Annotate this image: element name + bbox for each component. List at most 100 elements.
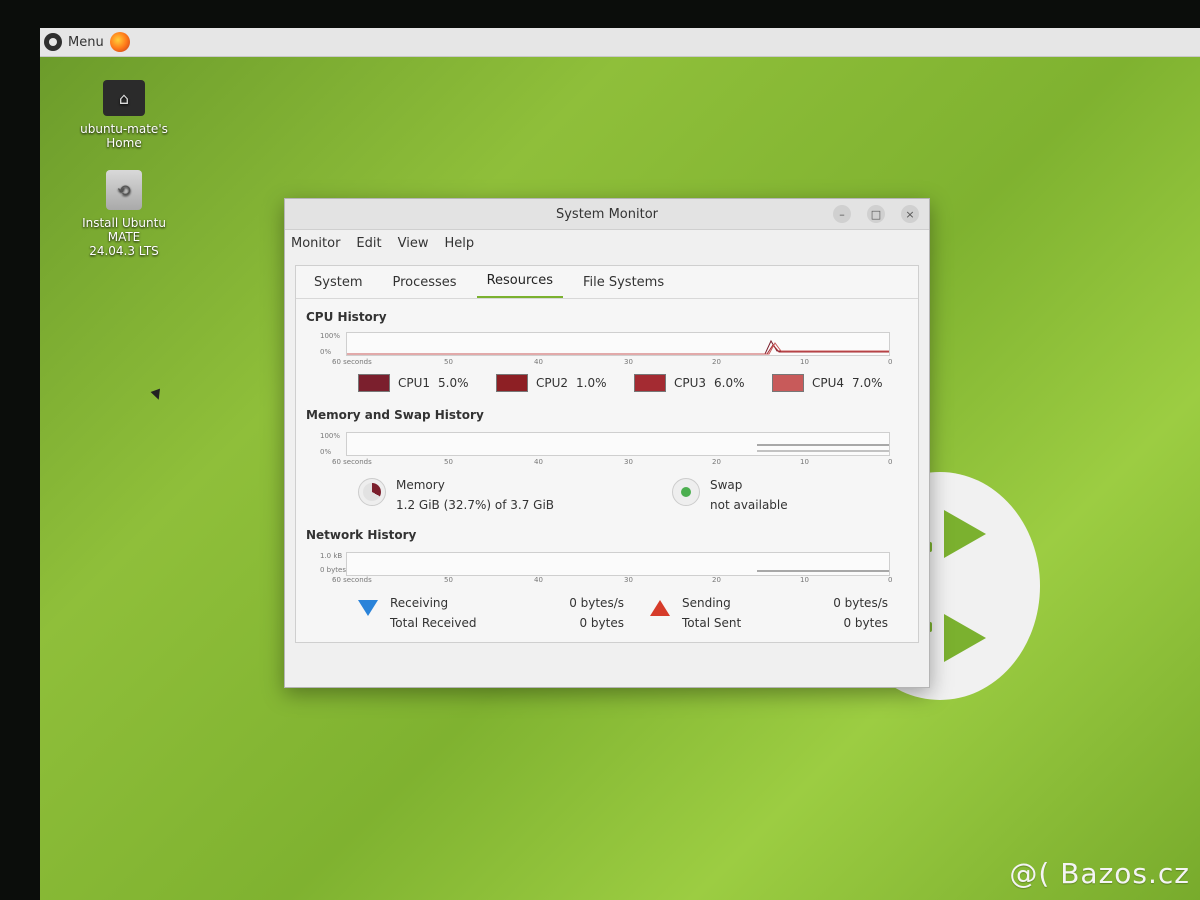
memory-x-label: 60 seconds	[332, 458, 372, 466]
receiving-values: 0 bytes/s 0 bytes	[534, 596, 624, 630]
cpu1-label: CPU1	[398, 376, 431, 390]
firefox-icon[interactable]	[110, 32, 130, 52]
menu-label: Menu	[68, 34, 104, 50]
cpu-history-plot	[347, 339, 889, 355]
top-panel: Menu	[40, 28, 1200, 57]
cpu2-label: CPU2	[536, 376, 569, 390]
bazos-watermark: @( Bazos.cz	[1009, 857, 1190, 890]
network-y-bottom-label: 0 bytes	[320, 566, 346, 574]
network-x-label: 10	[800, 576, 809, 584]
sending-values: 0 bytes/s 0 bytes	[796, 596, 888, 630]
memory-x-label: 30	[624, 458, 633, 466]
network-history-title: Network History	[306, 528, 417, 542]
memory-usage-pie	[363, 483, 381, 501]
desktop-screen: Menu ⌂ ubuntu-mate's Home ⟲ Install Ubun…	[40, 28, 1200, 900]
receiving-arrow-icon[interactable]	[358, 600, 378, 616]
home-folder-icon: ⌂	[103, 80, 145, 116]
window-titlebar[interactable]: System Monitor – □ ×	[285, 199, 929, 230]
swap-indicator-dot	[681, 487, 691, 497]
cpu-history-line	[347, 344, 889, 355]
desktop-icon-home-label: ubuntu-mate's Home	[80, 122, 168, 150]
menu-view[interactable]: View	[398, 236, 429, 251]
window-menubar: Monitor Edit View Help	[285, 230, 929, 256]
network-x-label: 50	[444, 576, 453, 584]
memory-x-axis: 60 seconds 50 40 30 20 10 0	[326, 458, 896, 468]
cpu-history-graph	[346, 332, 890, 356]
installer-disk-icon: ⟲	[106, 170, 142, 210]
network-x-label: 40	[534, 576, 543, 584]
desktop-icon-home[interactable]: ⌂ ubuntu-mate's Home	[64, 80, 184, 150]
swap-indicator-icon[interactable]	[672, 478, 700, 506]
menu-button[interactable]: Menu	[44, 32, 104, 52]
network-y-top-label: 1.0 kB	[320, 552, 343, 560]
swap-label: Swap	[710, 478, 743, 492]
network-x-label: 0	[888, 576, 893, 584]
cpu2-swatch[interactable]	[496, 374, 528, 392]
cpu-x-label: 20	[712, 358, 721, 366]
total-sent-label: Total Sent	[682, 616, 742, 630]
memory-value: 1.2 GiB (32.7%) of 3.7 GiB	[396, 498, 555, 512]
memory-x-label: 10	[800, 458, 809, 466]
sending-label: Sending	[682, 596, 731, 610]
tab-bar: System Processes Resources File Systems	[296, 266, 918, 299]
tab-file-systems[interactable]: File Systems	[573, 275, 674, 298]
sending-info: Sending Total Sent	[650, 596, 741, 630]
memory-y-bottom-label: 0%	[320, 448, 332, 456]
cpu-x-label: 50	[444, 358, 453, 366]
cpu-history-title: CPU History	[306, 310, 387, 324]
cpu1-value: 5.0%	[438, 376, 469, 390]
cpu-x-label: 0	[888, 358, 893, 366]
close-button[interactable]: ×	[901, 205, 919, 223]
network-x-label: 20	[712, 576, 721, 584]
receiving-label: Receiving	[390, 596, 449, 610]
network-x-axis: 60 seconds 50 40 30 20 10 0	[326, 576, 896, 586]
cpu3-swatch[interactable]	[634, 374, 666, 392]
cpu-x-axis: 60 seconds 50 40 30 20 10 0	[326, 358, 896, 368]
receiving-info: Receiving Total Received	[358, 596, 476, 630]
menu-edit[interactable]: Edit	[356, 236, 381, 251]
desktop-icon-install[interactable]: ⟲ Install Ubuntu MATE 24.04.3 LTS	[64, 170, 184, 258]
memory-history-plot	[757, 444, 889, 452]
memory-label: Memory	[396, 478, 445, 492]
cpu2-legend: CPU2 1.0%	[496, 374, 607, 392]
ubuntu-mate-logo-icon	[44, 33, 62, 51]
total-received-label: Total Received	[390, 616, 477, 630]
cpu-x-label: 10	[800, 358, 809, 366]
minimize-button[interactable]: –	[833, 205, 851, 223]
cpu-x-label: 30	[624, 358, 633, 366]
menu-monitor[interactable]: Monitor	[291, 236, 340, 251]
memory-y-top-label: 100%	[320, 432, 341, 440]
mate-logo-arrow-icon	[944, 614, 986, 662]
cpu3-value: 6.0%	[714, 376, 745, 390]
resources-panel: System Processes Resources File Systems …	[295, 265, 919, 643]
sending-value: 0 bytes/s	[833, 596, 888, 610]
tab-system[interactable]: System	[304, 275, 372, 298]
swap-info: Swap not available	[672, 478, 788, 512]
system-monitor-window: System Monitor – □ × Monitor Edit View H…	[284, 198, 930, 688]
memory-pie-icon[interactable]	[358, 478, 386, 506]
cpu1-legend: CPU1 5.0%	[358, 374, 469, 392]
network-x-label: 30	[624, 576, 633, 584]
cpu1-swatch[interactable]	[358, 374, 390, 392]
maximize-button[interactable]: □	[867, 205, 885, 223]
menu-help[interactable]: Help	[444, 236, 474, 251]
total-received-value: 0 bytes	[579, 616, 624, 630]
memory-x-label: 40	[534, 458, 543, 466]
cpu4-swatch[interactable]	[772, 374, 804, 392]
cpu3-legend: CPU3 6.0%	[634, 374, 745, 392]
cpu-y-bottom-label: 0%	[320, 348, 332, 356]
network-history-graph	[346, 552, 890, 576]
swap-value: not available	[710, 498, 788, 512]
cpu-x-label: 40	[534, 358, 543, 366]
memory-x-label: 0	[888, 458, 893, 466]
cpu-y-top-label: 100%	[320, 332, 341, 340]
cpu4-label: CPU4	[812, 376, 845, 390]
mate-logo-arrow-icon	[944, 510, 986, 558]
cpu2-value: 1.0%	[576, 376, 607, 390]
desktop-icon-install-label: Install Ubuntu MATE 24.04.3 LTS	[82, 216, 166, 258]
cpu-x-label: 60 seconds	[332, 358, 372, 366]
mouse-cursor-icon	[150, 388, 164, 402]
tab-resources[interactable]: Resources	[476, 273, 563, 298]
sending-arrow-icon[interactable]	[650, 600, 670, 616]
tab-processes[interactable]: Processes	[382, 275, 466, 298]
